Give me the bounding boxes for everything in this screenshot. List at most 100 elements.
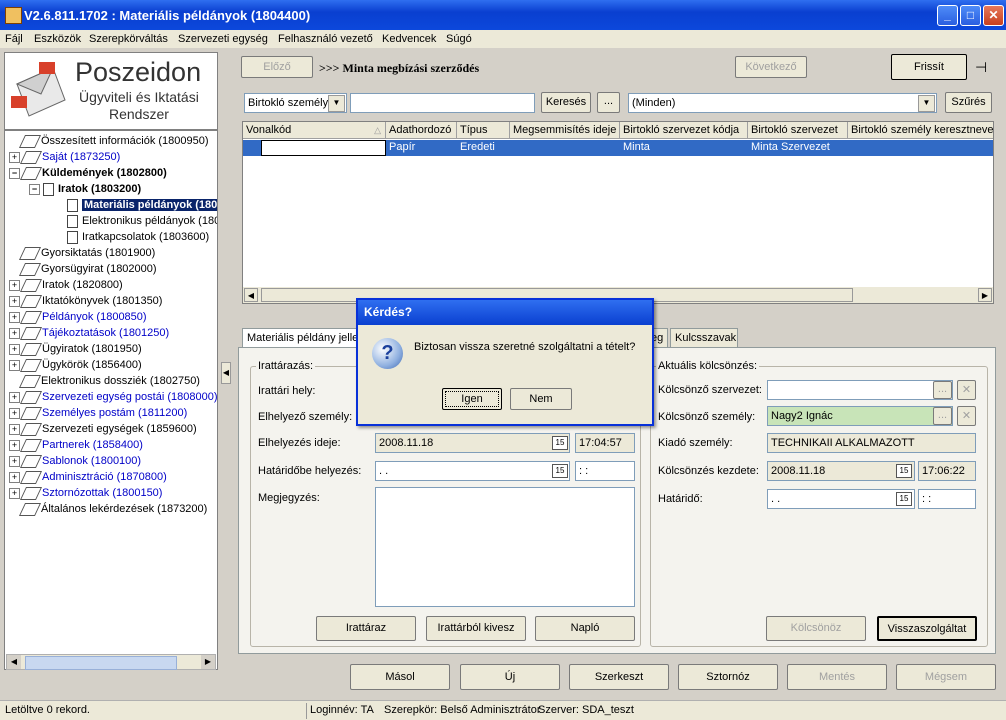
filter-button[interactable]: Szűrés — [945, 92, 992, 113]
column-header[interactable]: Megsemmisítés ideje — [510, 122, 620, 139]
take-out-button[interactable]: Irattárból kivesz — [426, 616, 526, 641]
search-button[interactable]: Keresés — [541, 92, 591, 113]
expand-icon[interactable]: + — [9, 327, 20, 339]
menu-role-switch[interactable]: Szerepkörváltás — [89, 33, 168, 45]
deadline-date-input[interactable]: . . — [375, 461, 570, 481]
expand-icon[interactable]: + — [9, 439, 20, 451]
expand-icon[interactable]: + — [9, 423, 20, 435]
tab-material-copy-props[interactable]: Materiális példány jellem — [242, 328, 360, 348]
scroll-thumb[interactable] — [25, 656, 177, 670]
calendar-icon[interactable]: 15 — [552, 436, 568, 450]
expand-icon[interactable]: + — [9, 487, 20, 499]
clear-icon[interactable]: ✕ — [957, 380, 976, 400]
scroll-right-icon[interactable]: ▶ — [978, 288, 992, 302]
menu-help[interactable]: Súgó — [446, 33, 472, 45]
lend-button[interactable]: Kölcsönöz — [766, 616, 866, 641]
splitter-collapse-icon[interactable]: ◀ — [221, 362, 231, 384]
scroll-left-icon[interactable]: ◀ — [244, 288, 258, 302]
search-input[interactable] — [350, 93, 535, 113]
column-header[interactable]: Birtokló szervezet kódja — [620, 122, 748, 139]
tree-item-notices[interactable]: + Tájékoztatások (1801250) — [9, 325, 169, 341]
expand-icon[interactable]: + — [9, 359, 20, 371]
collapse-icon[interactable]: − — [29, 183, 40, 195]
tree-item-electronic-copies[interactable]: Elektronikus példányok (1804 — [67, 213, 217, 229]
tree-item-files[interactable]: + Iratok (1820800) — [9, 277, 123, 293]
expand-icon[interactable]: + — [9, 343, 20, 355]
tree-item-summary[interactable]: Összesített információk (1800950) — [9, 133, 209, 149]
expand-icon[interactable]: + — [9, 151, 20, 163]
tree-item-e-dossiers[interactable]: Elektronikus dossziék (1802750) — [9, 373, 200, 389]
expand-icon[interactable]: + — [9, 407, 20, 419]
chevron-down-icon[interactable]: ▼ — [918, 95, 935, 112]
tree-item-cases[interactable]: + Ügyiratok (1801950) — [9, 341, 142, 357]
lookup-button[interactable]: ... — [597, 92, 620, 113]
loan-deadline-time[interactable]: : : — [918, 489, 976, 509]
expand-icon[interactable]: + — [9, 279, 20, 291]
column-header[interactable]: Típus — [457, 122, 510, 139]
loan-deadline-date[interactable]: . . — [767, 489, 915, 509]
expand-icon[interactable]: + — [9, 471, 20, 483]
yes-button[interactable]: Igen — [442, 388, 502, 410]
tree-item-org-mail[interactable]: + Szervezeti egység postái (1808000) — [9, 389, 217, 405]
collapse-icon[interactable]: − — [9, 167, 20, 179]
borrowing-org-field[interactable] — [767, 380, 953, 400]
menu-user-lead[interactable]: Felhasználó vezető — [278, 33, 373, 45]
tree-item-document-links[interactable]: Iratkapcsolatok (1803600) — [67, 229, 209, 245]
minimize-button[interactable]: _ — [937, 5, 958, 26]
tree-item-admin[interactable]: + Adminisztráció (1870800) — [9, 469, 167, 485]
edit-button[interactable]: Szerkeszt — [569, 664, 669, 690]
menu-tools[interactable]: Eszközök — [34, 33, 81, 45]
borrower-field[interactable]: Nagy2 Ignác — [767, 406, 953, 426]
tree-item-copies[interactable]: + Példányok (1800850) — [9, 309, 147, 325]
column-header[interactable]: Birtokló személy keresztneve — [848, 122, 993, 139]
column-header[interactable]: Vonalkód △ — [243, 122, 386, 139]
tree-item-org-units[interactable]: + Szervezeti egységek (1859600) — [9, 421, 197, 437]
tree-item-templates[interactable]: + Sablonok (1800100) — [9, 453, 141, 469]
expand-icon[interactable]: + — [9, 311, 20, 323]
lookup-button[interactable]: ... — [933, 381, 952, 399]
search-field-select[interactable]: Birtokló személy v ▼ — [244, 93, 347, 113]
deadline-time-input[interactable]: : : — [575, 461, 635, 481]
calendar-icon[interactable]: 15 — [552, 464, 568, 478]
tree-item-general-queries[interactable]: Általános lekérdezések (1873200) — [9, 501, 207, 517]
calendar-icon[interactable]: 15 — [896, 492, 912, 506]
next-button[interactable]: Következő — [735, 56, 807, 78]
scroll-left-icon[interactable]: ◀ — [7, 655, 21, 669]
new-button[interactable]: Új — [460, 664, 560, 690]
menu-org-unit[interactable]: Szervezeti egység — [178, 33, 268, 45]
barcode-cell[interactable] — [261, 140, 386, 156]
expand-icon[interactable]: + — [9, 295, 20, 307]
tree-item-documents[interactable]: − Iratok (1803200) — [29, 181, 141, 197]
note-textarea[interactable] — [375, 487, 635, 607]
expand-icon[interactable]: + — [9, 455, 20, 467]
tree-item-partners[interactable]: + Partnerek (1858400) — [9, 437, 143, 453]
tree-item-case-groups[interactable]: + Ügykörök (1856400) — [9, 357, 142, 373]
table-row[interactable]: Papír Eredeti Minta Minta Szervezet — [243, 140, 993, 156]
return-button[interactable]: Visszaszolgáltat — [877, 616, 977, 641]
archive-button[interactable]: Irattáraz — [316, 616, 416, 641]
no-button[interactable]: Nem — [510, 388, 572, 410]
tree-item-personal-mail[interactable]: + Személyes postám (1811200) — [9, 405, 187, 421]
filter-select[interactable]: (Minden) ▼ — [628, 93, 937, 113]
close-button[interactable]: ✕ — [983, 5, 1004, 26]
menu-file[interactable]: Fájl — [5, 33, 23, 45]
copy-button[interactable]: Másol — [350, 664, 450, 690]
chevron-down-icon[interactable]: ▼ — [328, 95, 345, 112]
tree-horizontal-scrollbar[interactable]: ◀ ▶ — [6, 654, 216, 670]
pin-icon[interactable]: ⊣ — [975, 59, 987, 76]
clear-icon[interactable]: ✕ — [957, 406, 976, 426]
log-button[interactable]: Napló — [535, 616, 635, 641]
cancel-button[interactable]: Mégsem — [896, 664, 996, 690]
refresh-button[interactable]: Frissít — [891, 54, 967, 80]
tree-item-shipments[interactable]: − Küldemények (1802800) — [9, 165, 167, 181]
calendar-icon[interactable]: 15 — [896, 464, 912, 478]
tree-item-quick-case[interactable]: Gyorsügyirat (1802000) — [9, 261, 157, 277]
scroll-right-icon[interactable]: ▶ — [201, 655, 215, 669]
column-header[interactable]: Adathordozó — [386, 122, 457, 139]
tree-item-material-copies[interactable]: Materiális példányok (1804400) — [67, 197, 217, 213]
expand-icon[interactable]: + — [9, 391, 20, 403]
maximize-button[interactable]: □ — [960, 5, 981, 26]
prev-button[interactable]: Előző — [241, 56, 313, 78]
tree-item-registries[interactable]: + Iktatókönyvek (1801350) — [9, 293, 162, 309]
tree-item-cancelled[interactable]: + Sztornózottak (1800150) — [9, 485, 162, 501]
